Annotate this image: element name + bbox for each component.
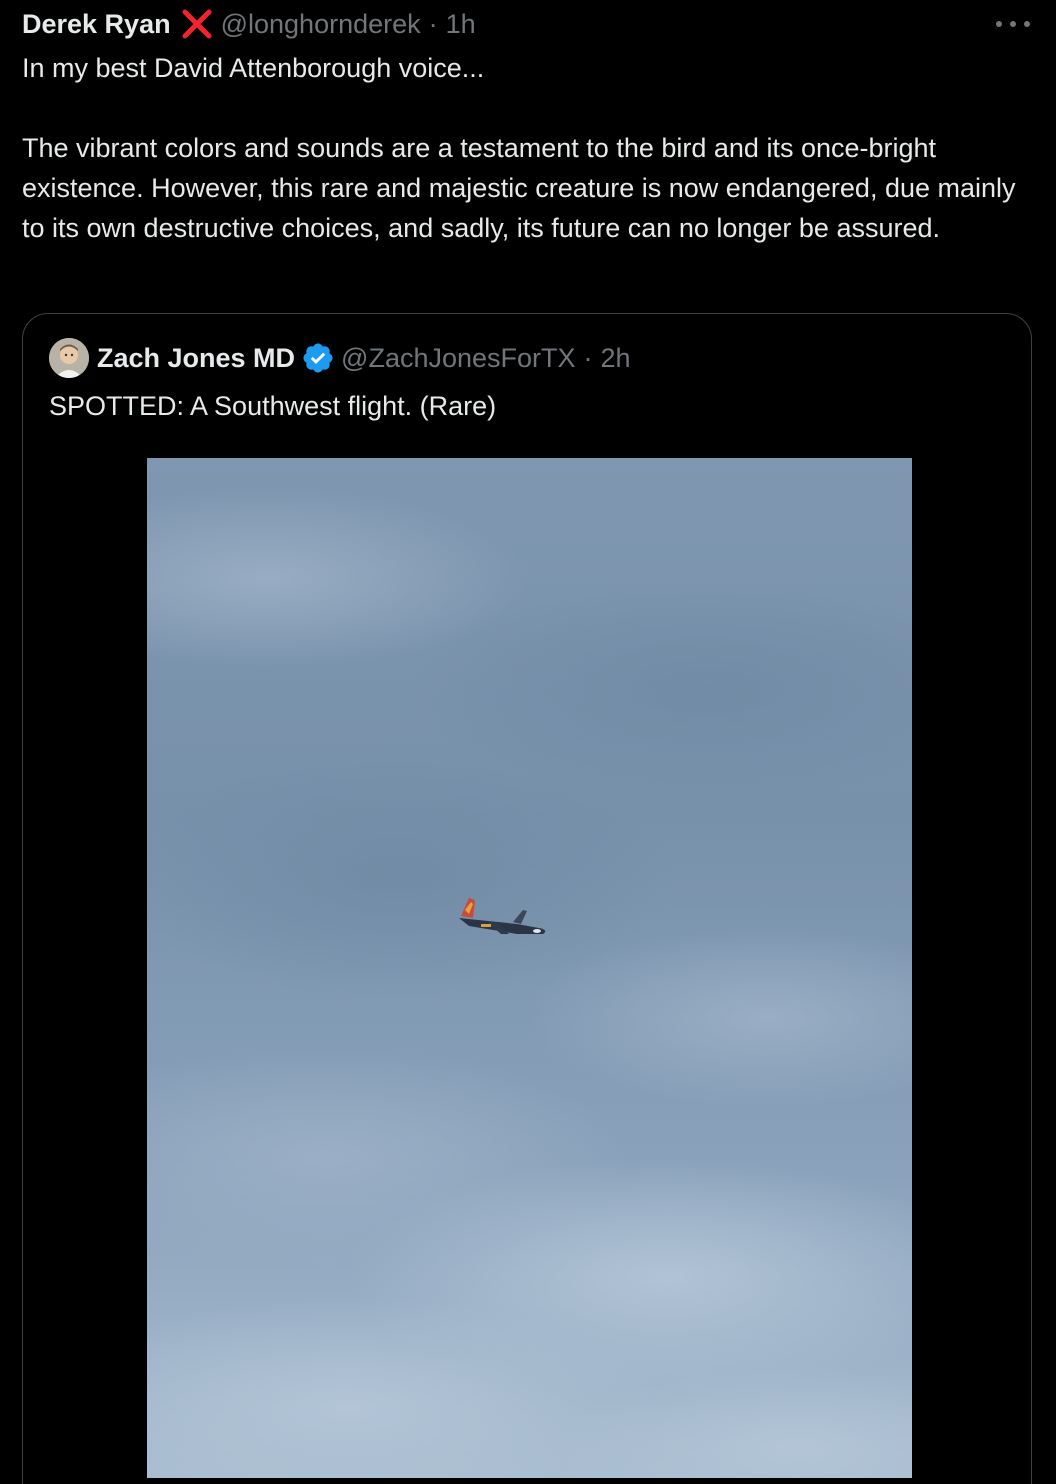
tweet: Derek Ryan @longhornderek · 1h In my bes… <box>0 0 1056 1484</box>
verified-badge-icon <box>301 341 335 375</box>
quoted-tweet[interactable]: Zach Jones MD @ZachJonesForTX · 2h SPOTT… <box>22 313 1032 1484</box>
author-name[interactable]: Derek Ryan <box>22 9 171 40</box>
more-options-icon[interactable] <box>996 12 1030 36</box>
avatar[interactable] <box>49 338 89 378</box>
dot <box>996 21 1002 27</box>
dot <box>1010 21 1016 27</box>
author-handle[interactable]: @longhornderek <box>221 9 421 40</box>
dot <box>1024 21 1030 27</box>
separator-dot: · <box>583 342 593 373</box>
separator-dot: · <box>428 8 438 39</box>
tweet-text: In my best David Attenborough voice... T… <box>22 48 1036 248</box>
tweet-text-paragraph-2: The vibrant colors and sounds are a test… <box>22 133 1016 243</box>
quoted-tweet-text: SPOTTED: A Southwest flight. (Rare) <box>49 391 497 421</box>
red-x-icon <box>179 6 215 42</box>
quoted-author-handle[interactable]: @ZachJonesForTX <box>341 343 575 374</box>
quoted-timestamp[interactable]: 2h <box>601 343 631 374</box>
tweet-header: Derek Ryan @longhornderek · 1h <box>22 4 476 44</box>
airplane-in-sky-photo[interactable] <box>147 458 912 1478</box>
timestamp[interactable]: 1h <box>446 9 476 40</box>
tweet-text-line-1: In my best David Attenborough voice... <box>22 53 485 83</box>
quoted-author-name[interactable]: Zach Jones MD <box>97 343 295 374</box>
quoted-tweet-header: Zach Jones MD @ZachJonesForTX · 2h <box>49 338 631 378</box>
